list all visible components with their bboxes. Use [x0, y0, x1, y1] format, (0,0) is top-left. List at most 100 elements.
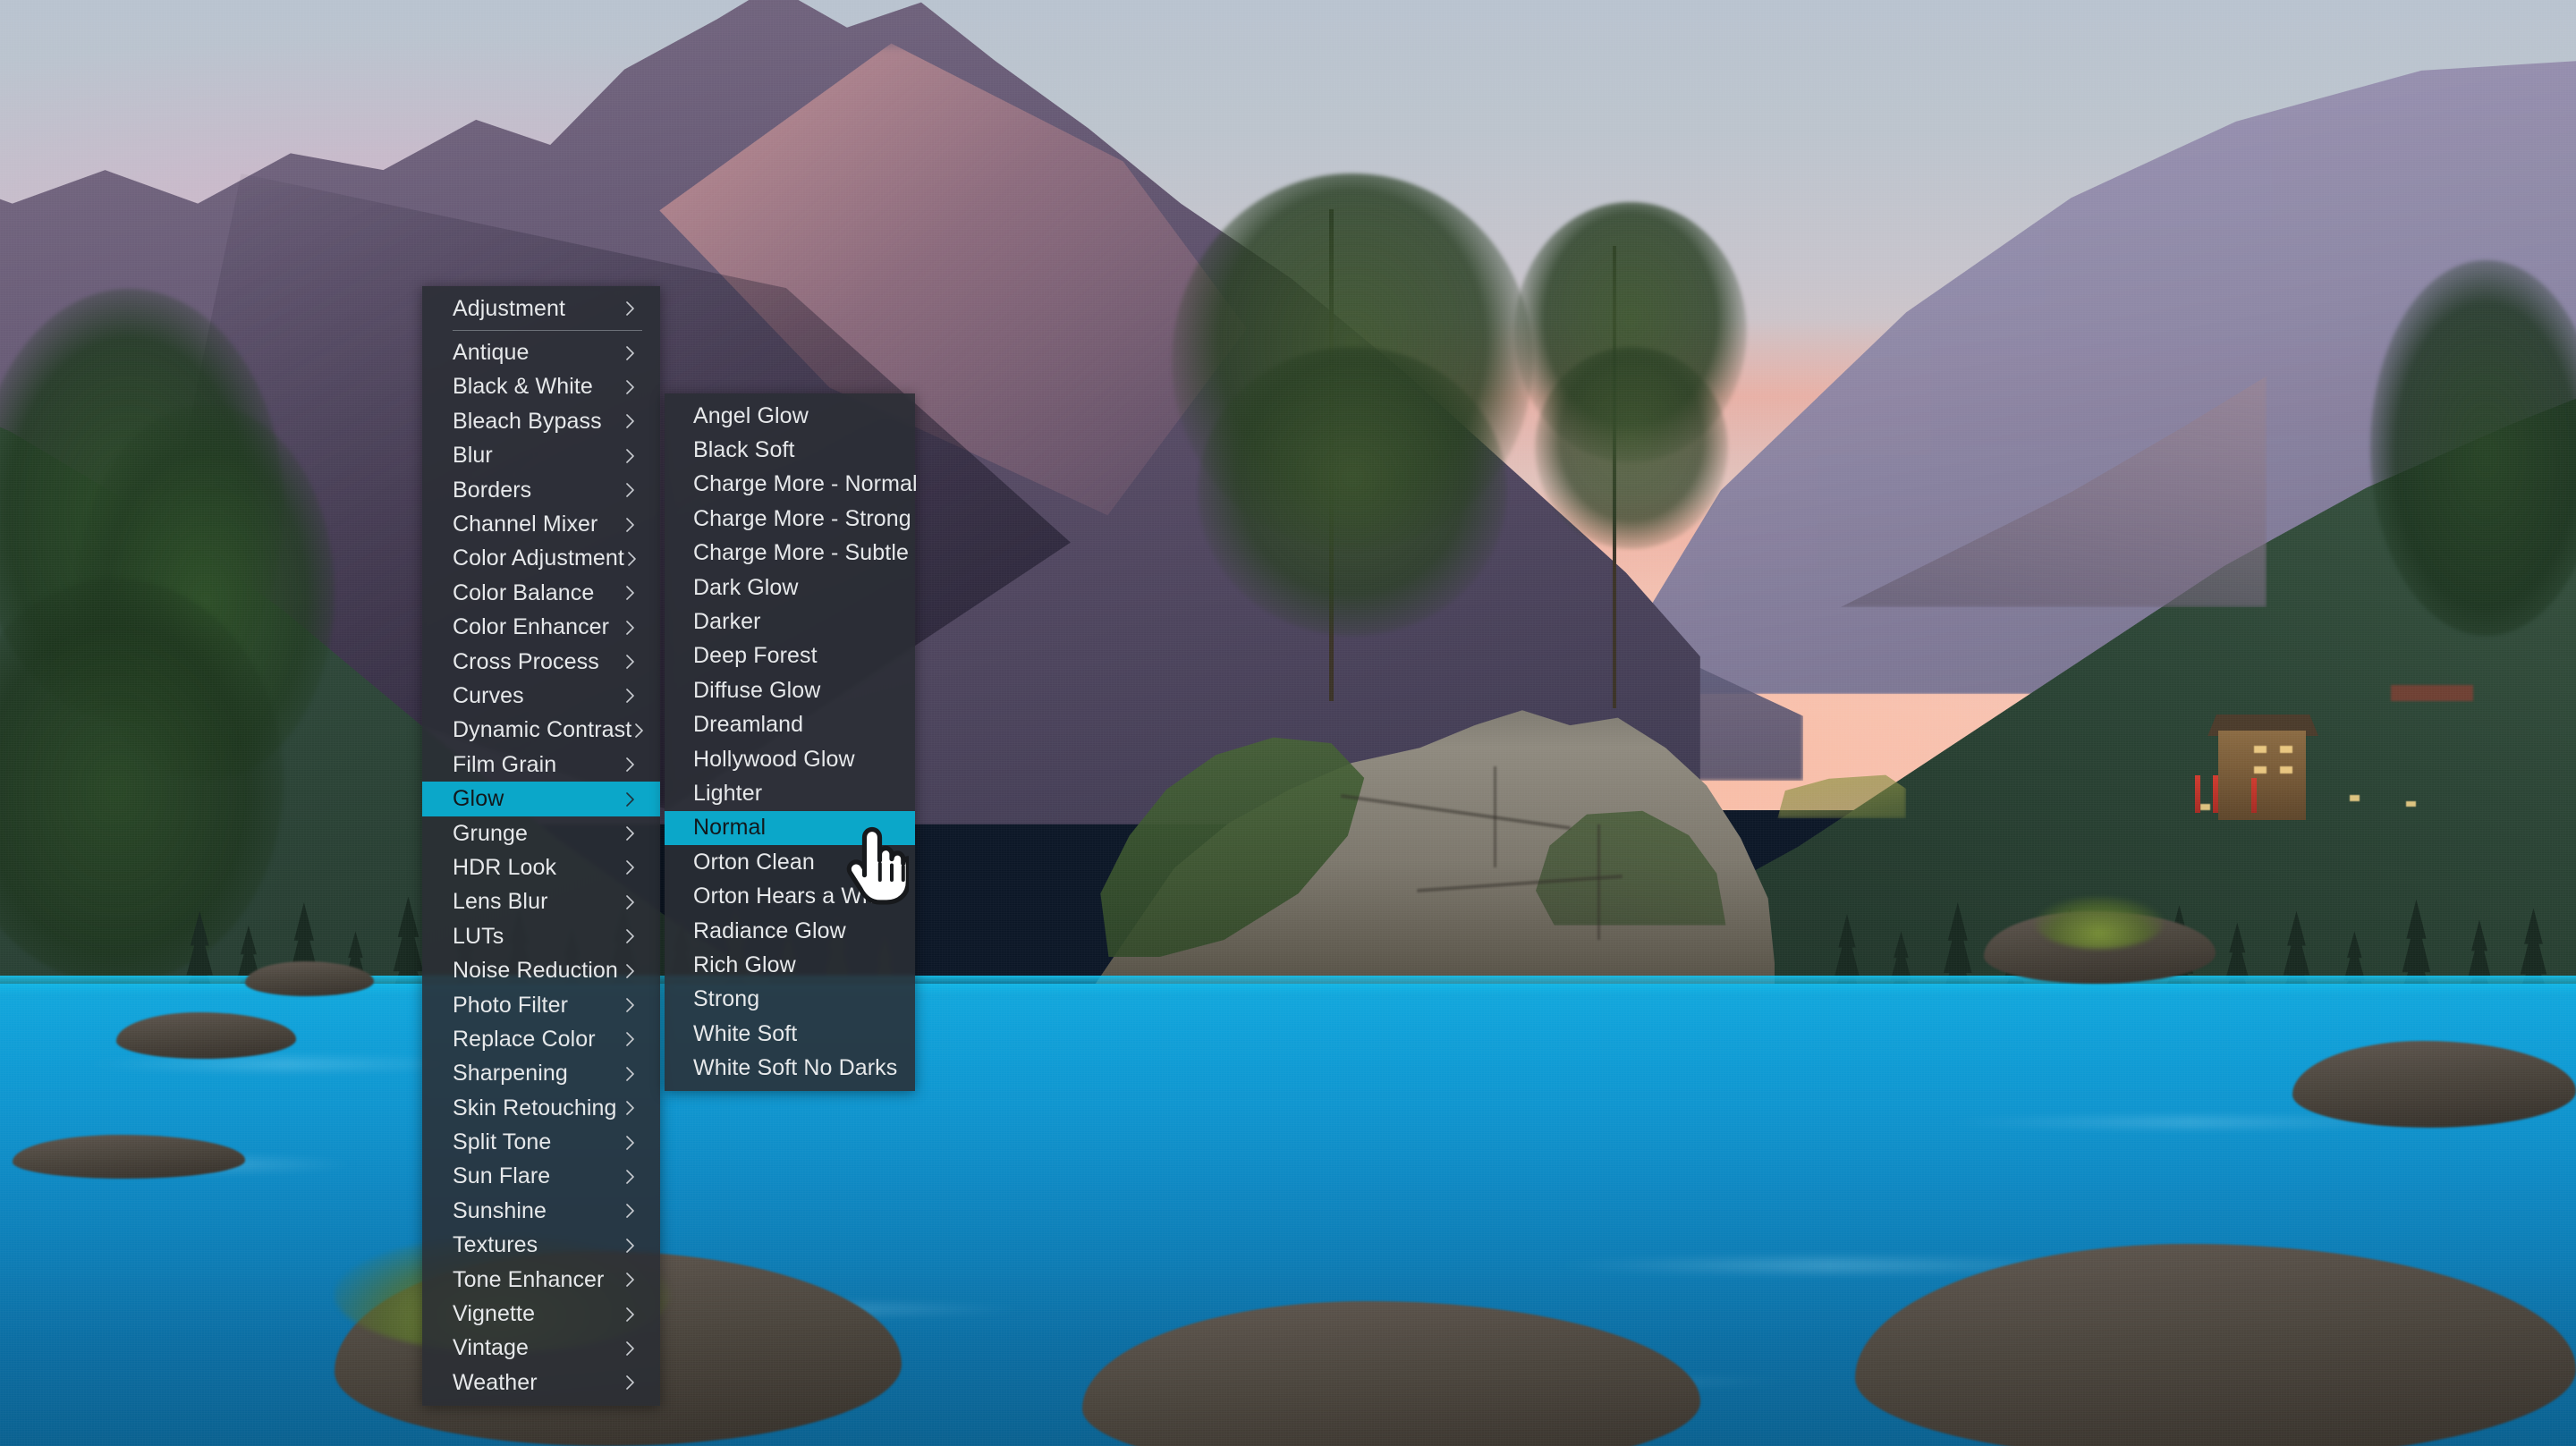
- lakeside-lodge: [2217, 730, 2306, 820]
- glow-preset-item-dreamland[interactable]: Dreamland: [665, 708, 915, 742]
- glow-preset-item-label: Normal: [693, 815, 767, 841]
- effects-menu-item-label: Vintage: [453, 1335, 530, 1361]
- effects-menu-item-glow[interactable]: Glow: [422, 782, 660, 816]
- glow-preset-item-label: Strong: [693, 986, 760, 1012]
- effects-menu-item-photo-filter[interactable]: Photo Filter: [422, 988, 660, 1022]
- glow-preset-item-label: Charge More - Normal: [693, 471, 918, 497]
- effects-menu-item-lens-blur[interactable]: Lens Blur: [422, 885, 660, 919]
- glow-preset-item-label: Lighter: [693, 780, 763, 806]
- effects-menu-item-antique[interactable]: Antique: [422, 335, 660, 369]
- effects-menu-item-tone-enhancer[interactable]: Tone Enhancer: [422, 1263, 660, 1297]
- glow-preset-item-label: Darker: [693, 609, 761, 635]
- island-tree-canopy-small-lower: [1535, 347, 1729, 550]
- effects-menu-item-label: Weather: [453, 1369, 538, 1395]
- chevron-right-icon: [626, 620, 634, 635]
- effects-menu-item-sharpening[interactable]: Sharpening: [422, 1057, 660, 1091]
- chevron-right-icon: [626, 1375, 634, 1391]
- glow-preset-item-charge-more-strong[interactable]: Charge More - Strong: [665, 502, 915, 536]
- effects-menu-item-channel-mixer[interactable]: Channel Mixer: [422, 507, 660, 541]
- glow-preset-item-darker[interactable]: Darker: [665, 605, 915, 638]
- glow-preset-item-label: Radiance Glow: [693, 917, 846, 943]
- glow-preset-item-label: Dreamland: [693, 712, 804, 738]
- effects-menu-item-label: Borders: [453, 477, 532, 503]
- village-rooftop: [2390, 685, 2473, 702]
- glow-preset-item-black-soft[interactable]: Black Soft: [665, 433, 915, 467]
- glow-preset-item-rich-glow[interactable]: Rich Glow: [665, 948, 915, 982]
- effects-menu-item-luts[interactable]: LUTs: [422, 919, 660, 953]
- glow-preset-item-strong[interactable]: Strong: [665, 983, 915, 1017]
- effects-menu-item-bleach-bypass[interactable]: Bleach Bypass: [422, 404, 660, 438]
- glow-preset-item-deep-forest[interactable]: Deep Forest: [665, 639, 915, 673]
- effects-menu-item-replace-color[interactable]: Replace Color: [422, 1022, 660, 1056]
- shore-light: [2405, 800, 2417, 808]
- effects-menu-item-label: Cross Process: [453, 648, 599, 674]
- glow-preset-item-normal[interactable]: Normal: [665, 810, 915, 846]
- glow-preset-item-label: Charge More - Strong: [693, 505, 911, 531]
- effects-menu-item-black-white[interactable]: Black & White: [422, 370, 660, 404]
- effects-menu-item-color-adjustment[interactable]: Color Adjustment: [422, 542, 660, 576]
- chevron-right-icon: [626, 791, 634, 807]
- glow-preset-item-hollywood-glow[interactable]: Hollywood Glow: [665, 742, 915, 776]
- effects-menu-item-hdr-look[interactable]: HDR Look: [422, 850, 660, 884]
- lodge-window: [2279, 766, 2293, 774]
- red-flag: [2212, 774, 2218, 813]
- shore-light: [2199, 804, 2211, 810]
- effects-menu-item-color-enhancer[interactable]: Color Enhancer: [422, 611, 660, 645]
- effects-menu-item-skin-retouching[interactable]: Skin Retouching: [422, 1091, 660, 1125]
- glow-preset-item-label: Charge More - Subtle: [693, 540, 910, 566]
- effects-menu-item-label: Adjustment: [453, 295, 566, 321]
- chevron-right-icon: [626, 1306, 634, 1322]
- glow-preset-item-label: Orton Hears a Who: [693, 884, 888, 909]
- effects-context-menu[interactable]: Adjustment Antique Black & White Bleach Byp…: [422, 286, 660, 1406]
- chevron-right-icon: [626, 517, 634, 532]
- effects-menu-item-sun-flare[interactable]: Sun Flare: [422, 1160, 660, 1194]
- glow-preset-item-radiance-glow[interactable]: Radiance Glow: [665, 914, 915, 948]
- glow-preset-item-label: Orton Clean: [693, 849, 815, 875]
- chevron-right-icon: [635, 723, 644, 738]
- glow-preset-item-dark-glow[interactable]: Dark Glow: [665, 571, 915, 605]
- glow-presets-submenu[interactable]: Angel Glow Black Soft Charge More - Normal…: [665, 393, 918, 1091]
- effects-menu-item-cross-process[interactable]: Cross Process: [422, 645, 660, 679]
- effects-menu-item-noise-reduction[interactable]: Noise Reduction: [422, 953, 660, 987]
- effects-menu-item-weather[interactable]: Weather: [422, 1366, 660, 1399]
- glow-preset-item-white-soft-no-darks[interactable]: White Soft No Darks: [665, 1051, 915, 1085]
- effects-menu-item-split-tone[interactable]: Split Tone: [422, 1125, 660, 1159]
- glow-preset-item-diffuse-glow[interactable]: Diffuse Glow: [665, 673, 915, 707]
- effects-menu-item-textures[interactable]: Textures: [422, 1229, 660, 1263]
- photo-canvas[interactable]: [0, 0, 2576, 1446]
- glow-preset-item-orton-clean[interactable]: Orton Clean: [665, 845, 915, 879]
- effects-menu-item-vintage[interactable]: Vintage: [422, 1332, 660, 1366]
- chevron-right-icon: [626, 1135, 634, 1150]
- effects-menu-item-curves[interactable]: Curves: [422, 679, 660, 713]
- glow-preset-item-label: Angel Glow: [693, 402, 809, 428]
- effects-menu-item-borders[interactable]: Borders: [422, 473, 660, 507]
- glow-preset-item-angel-glow[interactable]: Angel Glow: [665, 399, 915, 433]
- effects-menu-item-label: Color Enhancer: [453, 614, 610, 640]
- chevron-right-icon: [626, 483, 634, 497]
- effects-menu-item-label: Photo Filter: [453, 992, 569, 1018]
- glow-preset-item-white-soft[interactable]: White Soft: [665, 1017, 915, 1051]
- effects-menu-item-label: Curves: [453, 682, 524, 708]
- effects-menu-item-label: Dynamic Contrast: [453, 717, 632, 743]
- island-tree-canopy-large-lower: [1198, 347, 1507, 637]
- glow-preset-item-lighter[interactable]: Lighter: [665, 776, 915, 810]
- glow-preset-item-orton-hears-a-who[interactable]: Orton Hears a Who: [665, 879, 915, 913]
- effects-menu-item-blur[interactable]: Blur: [422, 439, 660, 473]
- effects-menu-item-grunge[interactable]: Grunge: [422, 816, 660, 850]
- effects-menu-item-vignette[interactable]: Vignette: [422, 1297, 660, 1331]
- glow-preset-item-charge-more-normal[interactable]: Charge More - Normal: [665, 468, 918, 502]
- chevron-right-icon: [626, 929, 634, 944]
- effects-menu-item-film-grain[interactable]: Film Grain: [422, 748, 660, 782]
- effects-menu-item-color-balance[interactable]: Color Balance: [422, 576, 660, 610]
- glow-preset-item-charge-more-subtle[interactable]: Charge More - Subtle: [665, 537, 915, 571]
- effects-menu-item-label: Tone Enhancer: [453, 1266, 605, 1292]
- glow-preset-item-label: White Soft No Darks: [693, 1055, 898, 1081]
- effects-menu-item-dynamic-contrast[interactable]: Dynamic Contrast: [422, 714, 660, 748]
- lodge-window: [2279, 746, 2293, 754]
- effects-menu-item-sunshine[interactable]: Sunshine: [422, 1194, 660, 1228]
- chevron-right-icon: [626, 586, 634, 601]
- chevron-right-icon: [628, 552, 636, 566]
- effects-menu-item-label: Textures: [453, 1232, 538, 1258]
- effects-menu-item-adjustment[interactable]: Adjustment: [422, 292, 660, 326]
- effects-menu-item-label: Sharpening: [453, 1061, 568, 1087]
